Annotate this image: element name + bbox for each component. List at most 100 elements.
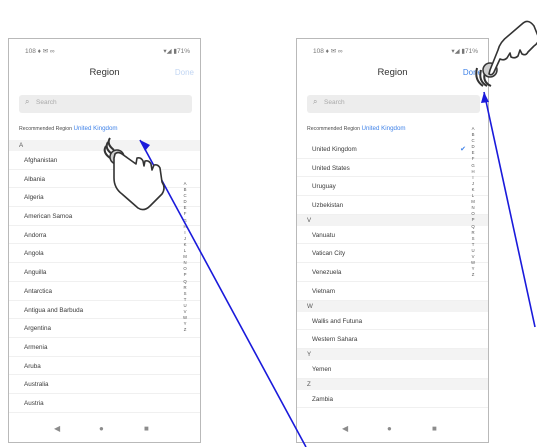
list-item[interactable]: Andorra [9,226,200,245]
list-item-label: Antigua and Barbuda [24,306,84,314]
section-header: W [297,300,488,312]
search-placeholder: Search [36,99,57,106]
index-letter[interactable]: Z [470,272,476,278]
list-item[interactable]: Uruguay [297,177,488,197]
search-icon: ⌕ [25,97,30,106]
index-letter[interactable]: Z [182,327,188,333]
done-button[interactable]: Done [175,68,194,77]
list-item-label: Austria [24,399,44,407]
alphabet-index[interactable]: ABCDEFGHIJKLMNOPQRSTUVWYZ [470,126,476,278]
list-item-label: United Kingdom [312,146,357,153]
list-item-label: Wallis and Futuna [312,317,363,325]
list-item[interactable]: Antigua and Barbuda [9,301,200,320]
section-header-label: Y [307,350,312,358]
list-item[interactable]: Antarctica [9,282,200,301]
back-icon[interactable]: ◀ [342,424,348,433]
list-item-label: Argentina [24,325,51,333]
list-item[interactable]: Afghanistan [9,151,200,170]
list-item-label: Anguilla [24,269,47,277]
page-title: Region [89,67,120,78]
recommended-label: Recommended Region [307,126,361,132]
recent-apps-icon[interactable]: ■ [432,424,437,433]
list-item-label: Aruba [24,362,41,370]
section-header-label: A [19,142,24,149]
recommended-region-link[interactable]: United Kingdom [74,125,118,132]
search-input[interactable]: ⌕ Search [307,95,480,113]
list-item-label: Yemen [312,365,332,373]
list-item-label: Uruguay [312,183,336,191]
status-time: 108 ♦ ✉ ∞ [313,48,343,55]
list-item[interactable]: Albania [9,170,200,189]
list-item[interactable]: Yemen [297,360,488,379]
list-item-label: Venezuela [312,269,342,277]
list-item-label: Vanuatu [312,231,335,239]
list-item-label: Australia [24,381,49,389]
home-icon[interactable]: ● [99,424,104,433]
status-bar: 108 ♦ ✉ ∞ ▾◢ ▮71% [297,39,488,61]
section-header: Z [297,378,488,390]
list-item-label: Vatican City [312,250,346,258]
status-icons: ▾◢ ▮71% [163,48,190,55]
section-header: V [297,214,488,226]
list-item-label: Vietnam [312,287,335,295]
recent-apps-icon[interactable]: ■ [144,424,149,433]
alphabet-index[interactable]: ABCDEFGHIJKLMNOPQRSTUVWYZ [182,181,188,333]
list-item[interactable]: Vatican City [297,244,488,264]
list-item[interactable]: Vietnam [297,282,488,301]
list-item[interactable]: Western Sahara [297,330,488,349]
list-item-label: Andorra [24,231,47,239]
list-item[interactable]: Austria [9,394,200,413]
status-time: 108 ♦ ✉ ∞ [25,48,55,55]
list-item-label: United States [312,164,350,172]
recommended-region-link[interactable]: United Kingdom [362,125,406,132]
recommended-label: Recommended Region [19,126,73,132]
list-item[interactable]: Venezuela [297,263,488,282]
section-header-label: Z [307,380,311,388]
list-item[interactable]: Zambia [297,390,488,409]
list-item[interactable]: Anguilla [9,263,200,282]
list-item-label: Western Sahara [312,336,358,344]
list-item[interactable]: Vanuatu [297,226,488,245]
list-item-label: Zambia [312,395,333,403]
list-item-label: Armenia [24,343,48,351]
list-item-label: Albania [24,175,46,183]
nav-bar: Region Done [9,63,200,85]
list-item[interactable]: United States [297,159,488,178]
list-item[interactable]: Argentina [9,319,200,338]
list-item[interactable]: Australia [9,375,200,394]
list-item-label: Angola [24,250,44,258]
list-item-label: Algeria [24,194,44,202]
phone-screen-left: 108 ♦ ✉ ∞ ▾◢ ▮71% Region Done ⌕ Search R… [8,38,201,443]
check-icon: ✔ [460,146,466,153]
section-header: Y [297,348,488,360]
list-item-label: Afghanistan [24,157,58,164]
recommended-region: Recommended Region United Kingdom [19,125,118,132]
list-item[interactable]: American Samoa [9,207,200,226]
region-list: A Afghanistan Albania Algeria American Samoa… [9,140,200,413]
search-input[interactable]: ⌕ Search [19,95,192,113]
search-icon: ⌕ [313,97,318,106]
list-item[interactable]: Aruba [9,357,200,376]
list-item[interactable]: Angola [9,244,200,264]
list-item-label: Uzbekistan [312,202,344,210]
home-icon[interactable]: ● [387,424,392,433]
annotation-line-right [483,91,536,328]
status-bar: 108 ♦ ✉ ∞ ▾◢ ▮71% [9,39,200,61]
list-item[interactable]: Armenia [9,338,200,357]
list-item-label: Antarctica [24,287,52,295]
section-header: A [9,140,200,151]
done-button[interactable]: Done [463,68,482,77]
list-item[interactable]: Wallis and Futuna [297,312,488,331]
phone-screen-right: 108 ♦ ✉ ∞ ▾◢ ▮71% Region Done ⌕ Search R… [296,38,489,443]
back-icon[interactable]: ◀ [54,424,60,433]
list-item-label: American Samoa [24,213,73,221]
search-placeholder: Search [324,99,345,106]
system-nav-bar: ◀ ● ■ [297,418,488,442]
list-item[interactable]: Algeria [9,188,200,208]
status-icons: ▾◢ ▮71% [451,48,478,55]
list-item[interactable]: United Kingdom ✔ [297,140,488,159]
page-title: Region [377,67,408,78]
section-header-label: V [307,216,312,224]
list-item[interactable]: Uzbekistan [297,196,488,215]
region-list: United Kingdom ✔ United States Uruguay Uzbek… [297,140,488,409]
